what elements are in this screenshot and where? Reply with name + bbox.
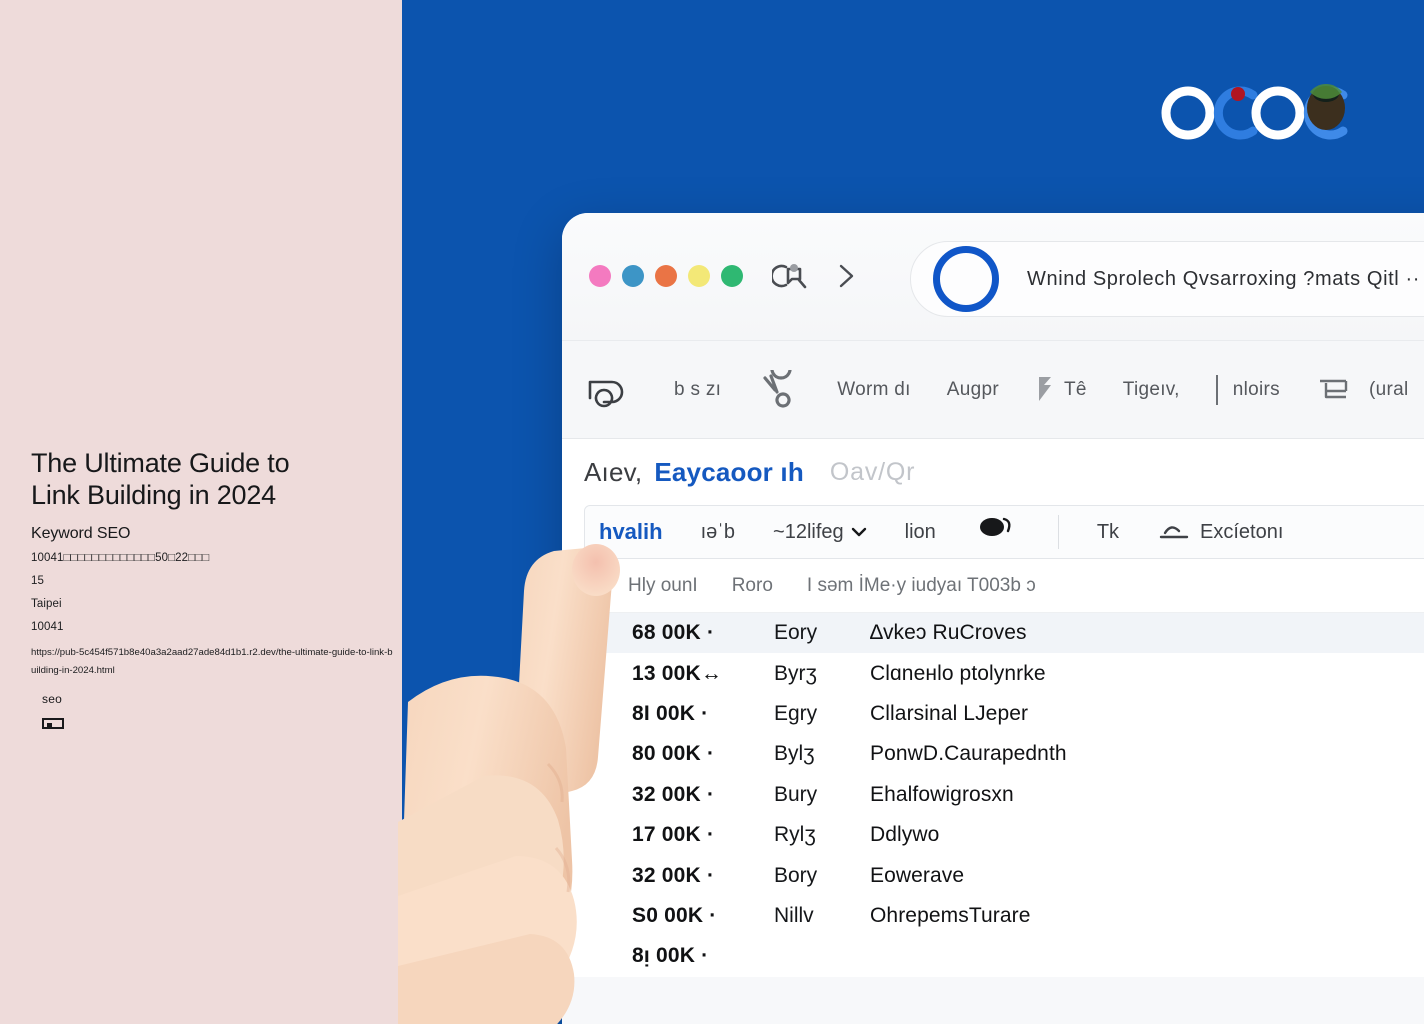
toolbar-item-8[interactable]: (ural: [1316, 373, 1409, 407]
browser-window: Wnind Sprolech Qvsarroxing ?mats Qitl ··…: [562, 213, 1424, 1024]
cell-kd: Bory: [774, 863, 818, 887]
filter-bar-wrap: hvalih ıəˈb ~12lifeg lion Tk Excíetonı: [562, 505, 1424, 559]
table-row[interactable]: 32 00K · Bury Ehalfowigrosxn: [562, 775, 1424, 815]
table-column-headers: Hly ounI Roro I səm İMe·y iudyaı T003b ɔ: [562, 559, 1424, 613]
tag-label: seo: [42, 692, 62, 706]
dot-green[interactable]: [721, 265, 743, 287]
cell-kd: Byrʒ: [774, 661, 817, 685]
filter-bar[interactable]: hvalih ıəˈb ~12lifeg lion Tk Excíetonı: [584, 505, 1424, 559]
export-icon: [1159, 526, 1189, 539]
blue-circle-icon: [933, 246, 999, 312]
cell-kd: Nillv: [774, 903, 814, 927]
bracket-icon: [1319, 379, 1348, 398]
tag-block: seo: [42, 692, 64, 730]
dot-pink[interactable]: [589, 265, 611, 287]
cell-kd: Bylʒ: [774, 742, 815, 766]
chevron-down-icon: [851, 527, 866, 537]
cell-kd: Bury: [774, 782, 818, 806]
filter-tk[interactable]: Tk: [1097, 521, 1119, 544]
headline-dark: Aıev,: [584, 456, 643, 487]
search-swoosh-icon: [979, 517, 1011, 536]
dot-yellow[interactable]: [688, 265, 710, 287]
cell-term: ∆vkeɔ RuCroves: [870, 621, 1027, 645]
toolbar-item-2[interactable]: [757, 369, 801, 410]
flag-icon: [1038, 376, 1051, 401]
back-chat-icon[interactable]: [772, 261, 808, 291]
filter-dropdown-label: ~12lifeg: [773, 520, 844, 543]
chevron-right-icon[interactable]: [836, 261, 858, 291]
filter-search[interactable]: [974, 515, 1020, 549]
table-row[interactable]: S0 00K · Nillv OhrepemsTurare: [562, 896, 1424, 936]
dot-orange[interactable]: [655, 265, 677, 287]
table-row[interactable]: 32 00K · Bory Eowerave: [562, 855, 1424, 895]
cell-term: Ehalfowigrosxn: [870, 782, 1014, 806]
screenshot-root: The Ultimate Guide to Link Building in 2…: [0, 0, 1424, 1024]
address-bar[interactable]: Wnind Sprolech Qvsarroxing ?mats Qitl ··: [910, 241, 1424, 317]
cell-kd: Rylʒ: [774, 823, 816, 847]
cell-term: Cllarsinal LJeper: [870, 701, 1029, 725]
column-header-term[interactable]: I səm İMe·y iudyaı T003b ɔ: [807, 575, 1036, 597]
toolbar-item-5-label: Tê: [1063, 378, 1087, 400]
pointing-hand: [398, 544, 620, 1024]
filter-export-label: Excíetonı: [1200, 520, 1284, 543]
filter-divider: [1057, 515, 1059, 549]
card-icon: [42, 718, 64, 729]
cell-term: Ddlywo: [870, 823, 940, 847]
toolbar-item-5[interactable]: Tê: [1035, 373, 1087, 407]
toolbar-item-3[interactable]: Worm dı: [837, 379, 911, 401]
toolbar-item-8-label: (ural: [1368, 378, 1409, 400]
browser-toolbar: b s zı Worm dı Augpr Tê Tigeıv, nloirs (…: [562, 341, 1424, 439]
meta-code-line: 10041□□□□□□□□□□□□□50□22□□□: [31, 551, 210, 564]
toolbar-item-6[interactable]: Tigeıv,: [1123, 379, 1180, 401]
cell-kd: Egry: [774, 701, 818, 725]
headline-muted: Oav/Qr: [829, 457, 916, 486]
table-row[interactable]: 8I 00K · Egry Cllarsinal LJeper: [562, 694, 1424, 734]
toolbar-item-0[interactable]: [582, 370, 638, 410]
meta-postal: 10041: [31, 620, 64, 633]
address-bar-text: Wnind Sprolech Qvsarroxing ?mats Qitl ··: [1027, 267, 1421, 290]
filter-dropdown[interactable]: ~12lifeg: [773, 521, 867, 544]
toolbar-item-4[interactable]: Augpr: [947, 379, 999, 401]
table-row[interactable]: 68 00K · Eory ∆vkeɔ RuCroves: [562, 613, 1424, 654]
cell-term: PonwD.Caurapednth: [870, 742, 1067, 766]
dot-blue[interactable]: [622, 265, 644, 287]
toolbar-item-7-label: nloirs: [1232, 378, 1280, 400]
cell-term: Clɑneнlo ptolynrke: [870, 661, 1046, 685]
keyword-label: Keyword SEO: [31, 524, 131, 542]
table-row[interactable]: 13 00K↔ Byrʒ Clɑneнlo ptolynrke: [562, 653, 1424, 693]
filter-db[interactable]: ıəˈb: [701, 521, 735, 544]
cell-kd: Eory: [774, 621, 818, 645]
column-header-kd[interactable]: Roro: [732, 575, 773, 597]
meta-city: Taipei: [31, 597, 62, 610]
headline-blue: Eaycaoor ıh: [654, 456, 804, 487]
filter-export[interactable]: Excíetonı: [1157, 519, 1283, 545]
table-row[interactable]: 8ᴉ 00K ·: [562, 936, 1424, 976]
page-title: The Ultimate Guide to Link Building in 2…: [31, 448, 290, 510]
brand-logo: [1160, 78, 1360, 148]
filter-lion[interactable]: lion: [905, 521, 936, 544]
content-headline: Aıev, Eaycaoor ıh Oav/Qr: [562, 439, 1424, 505]
toolbar-item-7[interactable]: nloirs: [1215, 374, 1280, 405]
scribble-icon: [763, 369, 792, 408]
loop-glyph-icon: [588, 380, 624, 407]
window-control-dots[interactable]: [589, 265, 743, 287]
toolbar-item-1[interactable]: b s zı: [674, 379, 721, 401]
browser-titlebar: Wnind Sprolech Qvsarroxing ?mats Qitl ··: [562, 213, 1424, 341]
navigation-icons: [772, 261, 858, 291]
cell-term: Eowerave: [870, 863, 965, 887]
left-info-panel: The Ultimate Guide to Link Building in 2…: [0, 0, 402, 1024]
table-row[interactable]: 17 00K · Rylʒ Ddlywo: [562, 815, 1424, 855]
cell-term: OhrepemsTurare: [870, 903, 1031, 927]
keyword-results-table: 68 00K · Eory ∆vkeɔ RuCroves 13 00K↔ Byrʒ Clɑ…: [562, 613, 1424, 977]
meta-number: 15: [31, 574, 44, 587]
article-meta-block: The Ultimate Guide to Link Building in 2…: [31, 448, 393, 681]
bar-icon: [1215, 374, 1218, 405]
source-url[interactable]: https://pub-5c454f571b8e40a3a2aad27ade84…: [31, 644, 393, 681]
table-row[interactable]: 80 00K · Bylʒ PonwD.Caurapednth: [562, 734, 1424, 774]
